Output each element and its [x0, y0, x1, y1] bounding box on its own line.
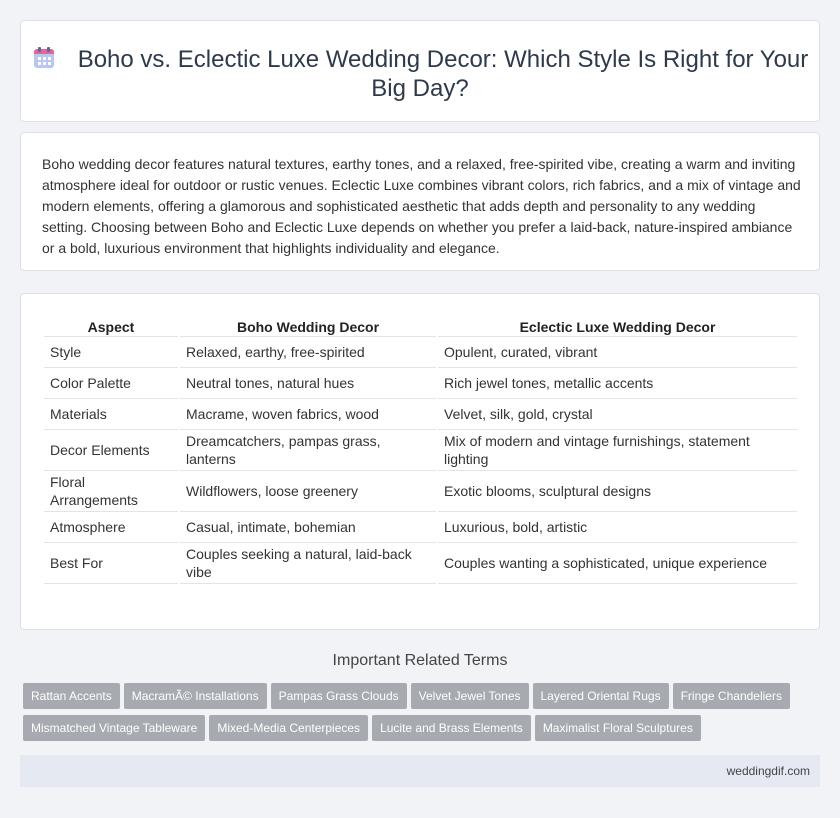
related-term-tag[interactable]: Mixed-Media Centerpieces [209, 715, 369, 741]
related-term-tag[interactable]: Velvet Jewel Tones [410, 683, 529, 709]
row-eclectic-value: Opulent, curated, vibrant [438, 337, 797, 368]
intro-paragraph: Boho wedding decor features natural text… [42, 156, 801, 256]
table-row: Floral Arrangements Wildflowers, loose g… [44, 471, 797, 512]
column-header-boho: Boho Wedding Decor [180, 317, 436, 337]
title-card: Boho vs. Eclectic Luxe Wedding Decor: Wh… [20, 20, 820, 122]
row-eclectic-value: Couples wanting a sophisticated, unique … [438, 543, 797, 584]
related-term-tag[interactable]: Maximalist Floral Sculptures [534, 715, 701, 741]
column-header-eclectic-luxe: Eclectic Luxe Wedding Decor [438, 317, 797, 337]
row-boho-value: Wildflowers, loose greenery [180, 471, 436, 512]
table-header-row: Aspect Boho Wedding Decor Eclectic Luxe … [44, 317, 797, 337]
row-aspect: Atmosphere [44, 512, 178, 543]
related-terms-heading: Important Related Terms [332, 652, 508, 669]
table-row: Color Palette Neutral tones, natural hue… [44, 368, 797, 399]
row-eclectic-value: Luxurious, bold, artistic [438, 512, 797, 543]
related-term-tag[interactable]: Layered Oriental Rugs [532, 683, 669, 709]
related-term-tag[interactable]: Fringe Chandeliers [672, 683, 790, 709]
related-term-tag[interactable]: Rattan Accents [23, 683, 120, 709]
row-eclectic-value: Rich jewel tones, metallic accents [438, 368, 797, 399]
related-terms-list: Rattan Accents MacramÃ© Installations Pamp… [23, 683, 823, 747]
footer-site-link[interactable]: weddingdif.com [727, 764, 810, 778]
row-boho-value: Casual, intimate, bohemian [180, 512, 436, 543]
comparison-card: Aspect Boho Wedding Decor Eclectic Luxe … [20, 293, 820, 630]
row-eclectic-value: Velvet, silk, gold, crystal [438, 399, 797, 430]
related-term-tag[interactable]: MacramÃ© Installations [123, 683, 267, 709]
related-term-tag[interactable]: Pampas Grass Clouds [270, 683, 407, 709]
calendar-icon [32, 46, 56, 70]
row-eclectic-value: Mix of modern and vintage furnishings, s… [438, 430, 797, 471]
related-term-tag[interactable]: Mismatched Vintage Tableware [23, 715, 206, 741]
table-row: Atmosphere Casual, intimate, bohemian Lu… [44, 512, 797, 543]
row-aspect: Floral Arrangements [44, 471, 178, 512]
footer: weddingdif.com [20, 755, 820, 787]
intro-card: Boho wedding decor features natural text… [20, 132, 820, 271]
table-row: Best For Couples seeking a natural, laid… [44, 543, 797, 584]
table-row: Style Relaxed, earthy, free-spirited Opu… [44, 337, 797, 368]
row-aspect: Materials [44, 399, 178, 430]
row-aspect: Style [44, 337, 178, 368]
table-row: Materials Macrame, woven fabrics, wood V… [44, 399, 797, 430]
comparison-table: Aspect Boho Wedding Decor Eclectic Luxe … [42, 317, 799, 584]
row-aspect: Color Palette [44, 368, 178, 399]
table-row: Decor Elements Dreamcatchers, pampas gra… [44, 430, 797, 471]
related-term-tag[interactable]: Lucite and Brass Elements [372, 715, 531, 741]
row-boho-value: Relaxed, earthy, free-spirited [180, 337, 436, 368]
row-boho-value: Couples seeking a natural, laid-back vib… [180, 543, 436, 584]
row-boho-value: Neutral tones, natural hues [180, 368, 436, 399]
row-aspect: Decor Elements [44, 430, 178, 471]
row-boho-value: Dreamcatchers, pampas grass, lanterns [180, 430, 436, 471]
page-title: Boho vs. Eclectic Luxe Wedding Decor: Wh… [77, 46, 809, 102]
column-header-aspect: Aspect [44, 317, 178, 337]
row-aspect: Best For [44, 543, 178, 584]
page-title-wrap: Boho vs. Eclectic Luxe Wedding Decor: Wh… [21, 45, 819, 103]
row-eclectic-value: Exotic blooms, sculptural designs [438, 471, 797, 512]
row-boho-value: Macrame, woven fabrics, wood [180, 399, 436, 430]
